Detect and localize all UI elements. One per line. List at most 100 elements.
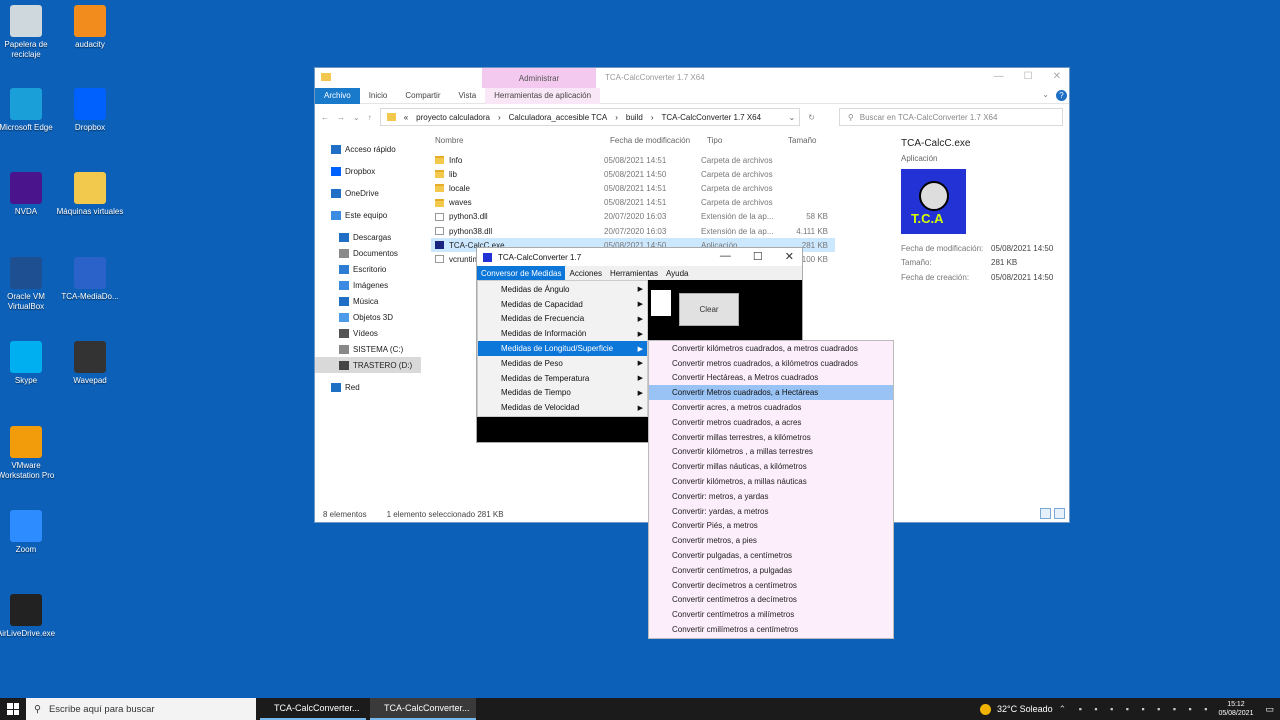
breadcrumb-item[interactable]: build xyxy=(626,113,643,122)
menu-item[interactable]: Medidas de Frecuencia ▶ xyxy=(478,312,647,327)
breadcrumb-item[interactable]: TCA-CalcConverter 1.7 X64 xyxy=(661,113,761,122)
tray-icons[interactable]: ⌃ ▪ ▪ ▪ ▪ ▪ ▪ ▪ ▪ ▪ xyxy=(1059,704,1213,715)
tab-compartir[interactable]: Compartir xyxy=(396,88,449,104)
clock[interactable]: 15:12 05/08/2021 xyxy=(1218,700,1253,718)
breadcrumb-item[interactable]: proyecto calculadora xyxy=(416,113,490,122)
nav-item[interactable]: Música xyxy=(315,293,421,309)
column-tamano[interactable]: Tamaño xyxy=(788,136,816,145)
tab-inicio[interactable]: Inicio xyxy=(360,88,397,104)
menu-item[interactable]: Convertir metros, a pies xyxy=(649,533,893,548)
breadcrumb-separator[interactable]: › xyxy=(651,113,654,122)
large-icons-view-icon[interactable] xyxy=(1054,508,1065,519)
column-fecha[interactable]: Fecha de modificación xyxy=(610,136,707,145)
nav-item[interactable]: Descargas xyxy=(315,229,421,245)
minimize-icon[interactable]: — xyxy=(720,250,731,263)
notifications-icon[interactable]: ▭ xyxy=(1265,704,1274,715)
nav-item[interactable]: Vídeos xyxy=(315,325,421,341)
search-input[interactable]: ⚲ Buscar en TCA-CalcConverter 1.7 X64 xyxy=(838,108,1063,126)
menu-item[interactable]: Convertir centímetros a milímetros xyxy=(649,607,893,622)
column-tipo[interactable]: Tipo xyxy=(707,136,788,145)
nav-item[interactable]: Objetos 3D xyxy=(315,309,421,325)
menu-item[interactable]: Convertir millas terrestres, a kilómetro… xyxy=(649,430,893,445)
desktop-icon[interactable]: Papelera de reciclaje xyxy=(0,5,61,60)
details-view-icon[interactable] xyxy=(1040,508,1051,519)
menu-item[interactable]: Convertir kilómetros , a millas terrestr… xyxy=(649,445,893,460)
file-row[interactable]: python3.dll 20/07/2020 16:03 Extensión de … xyxy=(431,210,835,224)
tab-archivo[interactable]: Archivo xyxy=(315,87,360,104)
menu-item[interactable]: Convertir pulgadas, a centímetros xyxy=(649,548,893,563)
nav-item[interactable]: Red xyxy=(315,379,421,395)
menu-item[interactable]: Convertir: metros, a yardas xyxy=(649,489,893,504)
help-icon[interactable]: ? xyxy=(1056,90,1067,101)
up-arrow-icon[interactable]: ↑ xyxy=(368,113,372,122)
nav-item[interactable]: Escritorio xyxy=(315,261,421,277)
menu-item[interactable]: Convertir metros cuadrados, a kilómetros… xyxy=(649,356,893,371)
breadcrumb-separator[interactable]: « xyxy=(404,113,408,122)
desktop-icon[interactable]: AirLiveDrive.exe xyxy=(0,594,61,639)
file-row[interactable]: waves 05/08/2021 14:51 Carpeta de archivos xyxy=(431,196,835,210)
menu-item[interactable]: Convertir Metros cuadrados, a Hectáreas xyxy=(649,385,893,401)
chevron-down-icon[interactable]: ⌄ xyxy=(788,113,795,122)
breadcrumb-separator[interactable]: › xyxy=(615,113,618,122)
menu-item[interactable]: Convertir acres, a metros cuadrados xyxy=(649,400,893,415)
desktop-icon[interactable]: Zoom xyxy=(0,510,61,555)
menu-item[interactable]: Convertir cmilímetros a centímetros xyxy=(649,622,893,637)
menu-item[interactable]: Medidas de Temperatura ▶ xyxy=(478,371,647,386)
breadcrumb-separator[interactable]: › xyxy=(498,113,501,122)
desktop-icon[interactable]: Máquinas virtuales xyxy=(55,172,125,217)
menu-item[interactable]: Convertir Hectáreas, a Metros cuadrados xyxy=(649,371,893,386)
address-bar[interactable]: « proyecto calculadora › Calculadora_accesi… xyxy=(379,108,801,126)
input-field[interactable] xyxy=(651,290,671,316)
nav-item[interactable]: Este equipo xyxy=(315,207,421,223)
desktop-icon[interactable]: Oracle VM VirtualBox xyxy=(0,257,61,312)
desktop-icon[interactable]: Skype xyxy=(0,341,61,386)
desktop-icon[interactable]: TCA-MediaDo... xyxy=(55,257,125,302)
tab-vista[interactable]: Vista xyxy=(450,88,486,104)
menu-item[interactable]: Convertir millas náuticas, a kilómetros xyxy=(649,459,893,474)
nav-item[interactable]: SISTEMA (C:) xyxy=(315,341,421,357)
nav-item[interactable]: TRASTERO (D:) xyxy=(315,357,421,373)
chevron-down-icon[interactable]: ⌄ xyxy=(353,113,360,122)
menu-item[interactable]: Medidas de Capacidad ▶ xyxy=(478,297,647,312)
desktop-icon[interactable]: VMware Workstation Pro xyxy=(0,426,61,481)
menu-item[interactable]: Medidas de Información ▶ xyxy=(478,326,647,341)
contextual-tab-administrar[interactable]: Administrar xyxy=(482,68,596,88)
menu-item[interactable]: Convertir Piés, a metros xyxy=(649,519,893,534)
nav-item[interactable]: Documentos xyxy=(315,245,421,261)
breadcrumb-item[interactable]: Calculadora_accesible TCA xyxy=(509,113,608,122)
nav-item[interactable]: Dropbox xyxy=(315,163,421,179)
tab-herramientas-aplicacion[interactable]: Herramientas de aplicación xyxy=(485,87,601,104)
menu-item[interactable]: Medidas de Velocidad ▶ xyxy=(478,400,647,415)
file-row[interactable]: locale 05/08/2021 14:51 Carpeta de archivo… xyxy=(431,181,835,195)
desktop-icon[interactable]: audacity xyxy=(55,5,125,50)
desktop-icon[interactable]: Microsoft Edge xyxy=(0,88,61,133)
desktop-icon[interactable]: Wavepad xyxy=(55,341,125,386)
menu-item[interactable]: Convertir decímetros a centímetros xyxy=(649,578,893,593)
file-row[interactable]: python38.dll 20/07/2020 16:03 Extensión de… xyxy=(431,224,835,238)
menu-item[interactable]: Medidas de Tiempo ▶ xyxy=(478,386,647,401)
nav-item[interactable]: Imágenes xyxy=(315,277,421,293)
taskbar-search[interactable]: ⚲ Escribe aquí para buscar xyxy=(26,698,256,720)
menu-item[interactable]: Convertir centímetros, a pulgadas xyxy=(649,563,893,578)
close-icon[interactable]: ✕ xyxy=(785,250,794,263)
chevron-down-icon[interactable]: ⌄ xyxy=(1042,90,1049,99)
nav-item[interactable]: OneDrive xyxy=(315,185,421,201)
menu-item[interactable]: Convertir centímetros a decímetros xyxy=(649,593,893,608)
nav-item[interactable]: Acceso rápido xyxy=(315,141,421,157)
taskbar-app-explorer[interactable]: TCA-CalcConverter... xyxy=(260,698,366,720)
menu-item[interactable]: Convertir: yardas, a metros xyxy=(649,504,893,519)
menu-item[interactable]: Medidas de Ángulo ▶ xyxy=(478,282,647,297)
menu-item[interactable]: Convertir metros cuadrados, a acres xyxy=(649,415,893,430)
desktop-icon[interactable]: Dropbox xyxy=(55,88,125,133)
start-button[interactable] xyxy=(0,698,26,720)
maximize-icon[interactable]: ☐ xyxy=(1024,71,1033,82)
maximize-icon[interactable]: ☐ xyxy=(753,250,763,263)
weather-text[interactable]: 32°C Soleado xyxy=(997,704,1053,714)
desktop-icon[interactable]: NVDA xyxy=(0,172,61,217)
clear-button[interactable]: Clear xyxy=(679,293,739,326)
refresh-icon[interactable]: ↻ xyxy=(808,113,815,122)
file-row[interactable]: Info 05/08/2021 14:51 Carpeta de archivos xyxy=(431,153,835,167)
minimize-icon[interactable]: — xyxy=(994,71,1004,82)
menu-item[interactable]: Convertir kilómetros, a millas náuticas xyxy=(649,474,893,489)
back-arrow-icon[interactable]: ← xyxy=(321,113,329,122)
